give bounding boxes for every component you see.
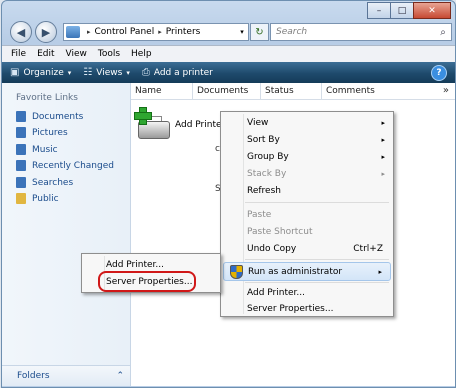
search-input[interactable]: Search ⌕ bbox=[270, 23, 452, 41]
menu-item-sort-by[interactable]: Sort By ▸ bbox=[221, 131, 393, 148]
column-comments[interactable]: Comments bbox=[322, 83, 386, 99]
highlight-annotation bbox=[98, 271, 196, 292]
maximize-button[interactable]: □ bbox=[390, 2, 414, 19]
organize-icon: ▣ bbox=[10, 67, 20, 78]
menu-item-run-as-administrator[interactable]: Run as administrator ▸ bbox=[223, 262, 391, 281]
menu-item-view[interactable]: View ▸ bbox=[221, 114, 393, 131]
column-documents[interactable]: Documents bbox=[193, 83, 261, 99]
navigation-pane: Favorite Links Documents Pictures Music … bbox=[2, 83, 131, 386]
search-placeholder: Search bbox=[276, 27, 308, 37]
help-icon: ? bbox=[436, 68, 442, 78]
search-icon[interactable]: ⌕ bbox=[435, 27, 451, 38]
minimize-button[interactable]: – bbox=[367, 2, 391, 19]
sidebar-item-pictures[interactable]: Pictures bbox=[16, 127, 68, 138]
menu-item-server-properties[interactable]: Server Properties... bbox=[221, 300, 393, 317]
back-arrow-icon: ◀ bbox=[16, 25, 26, 39]
menu-separator bbox=[245, 282, 389, 283]
add-printer-icon bbox=[134, 107, 170, 143]
breadcrumb-separator: ▸ bbox=[87, 28, 91, 36]
address-dropdown-icon[interactable]: ▾ bbox=[236, 28, 248, 36]
submenu-arrow-icon: ▸ bbox=[381, 169, 385, 178]
menu-item-group-by[interactable]: Group By ▸ bbox=[221, 148, 393, 165]
column-status[interactable]: Status bbox=[261, 83, 322, 99]
control-panel-icon bbox=[66, 26, 80, 38]
column-name[interactable]: Name bbox=[131, 83, 193, 99]
breadcrumb-separator: ▸ bbox=[158, 28, 162, 36]
sidebar-item-label: Documents bbox=[32, 111, 84, 122]
menu-separator bbox=[245, 259, 389, 260]
add-printer-item-label: Add Printer bbox=[175, 120, 226, 130]
organize-button[interactable]: ▣ Organize ▾ bbox=[10, 67, 71, 78]
menu-item-undo-copy[interactable]: Undo Copy Ctrl+Z bbox=[221, 240, 393, 257]
organize-label: Organize bbox=[23, 67, 64, 78]
sidebar-item-searches[interactable]: Searches bbox=[16, 177, 73, 188]
add-a-printer-button[interactable]: ⎙ Add a printer bbox=[142, 67, 213, 78]
uac-shield-icon bbox=[230, 264, 243, 279]
close-button[interactable]: ✕ bbox=[413, 2, 451, 19]
favorite-links-heading: Favorite Links bbox=[16, 93, 78, 103]
menu-edit[interactable]: Edit bbox=[37, 49, 54, 59]
breadcrumb-control-panel[interactable]: Control Panel bbox=[95, 27, 155, 37]
sidebar-item-label: Public bbox=[32, 193, 59, 204]
menu-item-paste: Paste bbox=[247, 209, 272, 220]
command-bar: ▣ Organize ▾ ☷ Views ▾ ⎙ Add a printer ? bbox=[2, 62, 455, 83]
caption-buttons: – □ ✕ bbox=[367, 2, 451, 19]
forward-arrow-icon: ▶ bbox=[41, 25, 51, 39]
menu-file[interactable]: File bbox=[11, 49, 26, 59]
forward-button[interactable]: ▶ bbox=[35, 21, 57, 43]
public-folder-icon bbox=[16, 193, 26, 204]
folders-toggle[interactable]: Folders ⌃ bbox=[2, 365, 130, 386]
sidebar-item-documents[interactable]: Documents bbox=[16, 111, 83, 122]
sidebar-item-public[interactable]: Public bbox=[16, 193, 59, 204]
menu-view[interactable]: View bbox=[66, 49, 87, 59]
submenu-arrow-icon: ▸ bbox=[378, 267, 382, 276]
refresh-button[interactable]: ↻ bbox=[250, 23, 269, 41]
menu-item-refresh[interactable]: Refresh bbox=[221, 182, 393, 199]
sidebar-item-music[interactable]: Music bbox=[16, 144, 58, 155]
sidebar-item-label: Pictures bbox=[32, 127, 68, 138]
submenu-arrow-icon: ▸ bbox=[381, 135, 385, 144]
sidebar-item-label: Recently Changed bbox=[32, 160, 114, 171]
submenu-arrow-icon: ▸ bbox=[381, 152, 385, 161]
printer-icon: ⎙ bbox=[141, 67, 150, 78]
folders-label: Folders bbox=[17, 371, 50, 381]
chevron-down-icon: ▾ bbox=[126, 68, 130, 77]
views-icon: ☷ bbox=[83, 67, 93, 78]
recently-changed-icon bbox=[16, 160, 26, 171]
pictures-icon bbox=[16, 127, 26, 138]
sidebar-item-recently-changed[interactable]: Recently Changed bbox=[16, 160, 114, 171]
sidebar-item-label: Music bbox=[32, 144, 58, 155]
menu-item-add-printer[interactable]: Add Printer... bbox=[221, 284, 393, 301]
menu-item-stack-by: Stack By ▸ bbox=[247, 168, 385, 179]
documents-icon bbox=[16, 111, 26, 122]
breadcrumb-printers[interactable]: Printers bbox=[166, 27, 201, 37]
menu-separator bbox=[245, 202, 389, 203]
help-button[interactable]: ? bbox=[431, 65, 447, 81]
menu-item-paste-shortcut: Paste Shortcut bbox=[247, 226, 313, 237]
submenu-arrow-icon: ▸ bbox=[381, 118, 385, 127]
column-header-row: Name Documents Status Comments » bbox=[131, 83, 455, 100]
views-button[interactable]: ☷ Views ▾ bbox=[83, 67, 130, 78]
add-a-printer-label: Add a printer bbox=[153, 67, 213, 78]
explorer-window: – □ ✕ ◀ ▶ ▸ Control Panel ▸ Printers ▾ ↻… bbox=[1, 0, 456, 388]
refresh-icon: ↻ bbox=[255, 26, 264, 38]
chevron-down-icon: ▾ bbox=[67, 68, 72, 77]
shortcut-label: Ctrl+Z bbox=[353, 243, 383, 254]
views-label: Views bbox=[96, 67, 123, 78]
chevron-up-icon: ⌃ bbox=[116, 371, 124, 381]
music-icon bbox=[16, 144, 26, 155]
sidebar-item-label: Searches bbox=[32, 177, 74, 188]
menu-help[interactable]: Help bbox=[131, 49, 152, 59]
context-menu: View ▸ Sort By ▸ Group By ▸ Stack By ▸ Refre… bbox=[220, 111, 394, 317]
more-columns-icon[interactable]: » bbox=[443, 83, 449, 99]
address-bar[interactable]: ▸ Control Panel ▸ Printers ▾ bbox=[63, 23, 249, 41]
menu-tools[interactable]: Tools bbox=[98, 49, 120, 59]
back-button[interactable]: ◀ bbox=[10, 21, 32, 43]
menu-bar: File Edit View Tools Help bbox=[2, 45, 455, 62]
searches-icon bbox=[16, 177, 26, 188]
